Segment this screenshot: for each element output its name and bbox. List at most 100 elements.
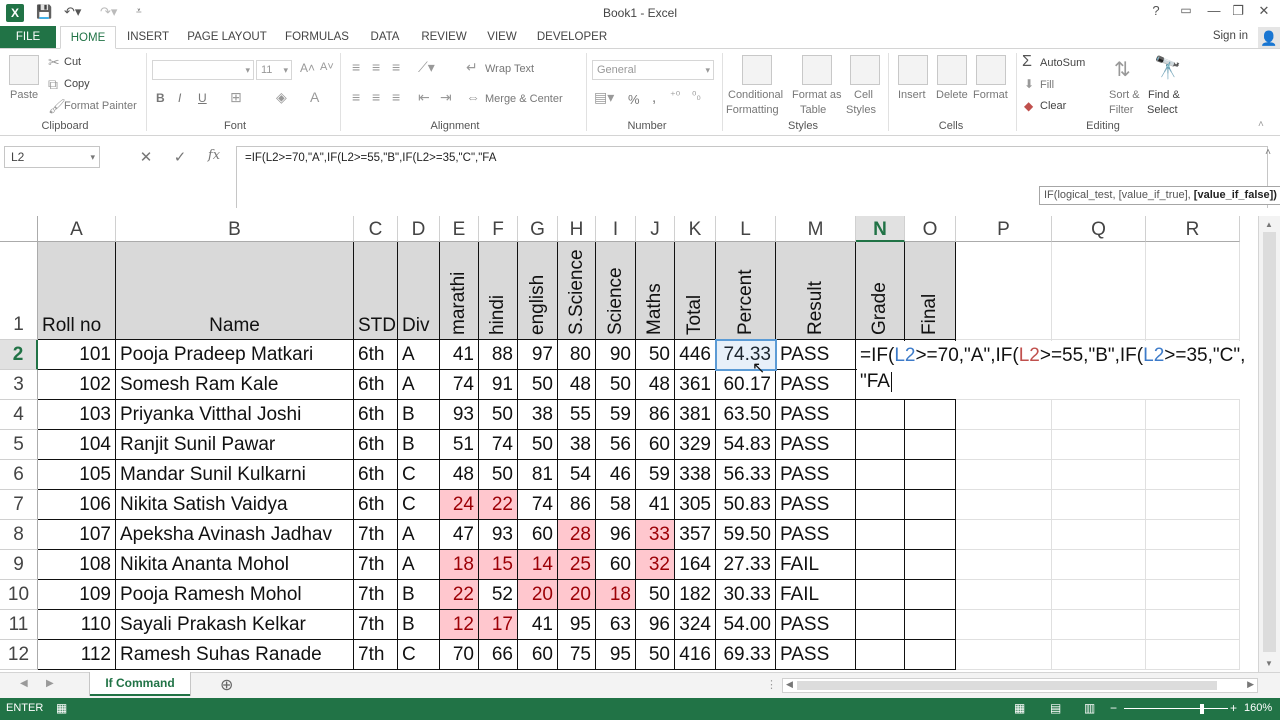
italic-button[interactable]: I	[178, 91, 181, 105]
cell-b8[interactable]: Apeksha Avinash Jadhav	[116, 520, 354, 550]
decrease-decimal-icon[interactable]: ⁰₀	[692, 89, 701, 102]
cell-n7[interactable]	[856, 490, 905, 520]
delete-cells-button[interactable]: Delete	[936, 89, 968, 101]
cell-d4[interactable]: B	[398, 400, 440, 430]
cell-e3[interactable]: 74	[440, 370, 479, 400]
header-cell-name[interactable]: Name	[116, 242, 354, 340]
horizontal-scrollbar[interactable]: ◀ ▶	[782, 678, 1258, 693]
cell-empty[interactable]	[1052, 460, 1146, 490]
cell-j12[interactable]: 50	[636, 640, 675, 670]
scroll-right-icon[interactable]: ▶	[1247, 679, 1254, 690]
cell-j5[interactable]: 60	[636, 430, 675, 460]
cell-c5[interactable]: 6th	[354, 430, 398, 460]
column-header-p[interactable]: P	[956, 216, 1052, 242]
cell-empty[interactable]	[956, 520, 1052, 550]
font-color-icon[interactable]: A	[310, 89, 319, 105]
align-center-icon[interactable]: ≡	[372, 89, 380, 105]
scroll-up-icon[interactable]: ▲	[1265, 220, 1273, 229]
row-header-8[interactable]: 8	[0, 520, 38, 550]
cell-a8[interactable]: 107	[38, 520, 116, 550]
sort-filter-label-1[interactable]: Sort &	[1109, 89, 1140, 101]
cell-o11[interactable]	[905, 610, 956, 640]
cell-e7[interactable]: 24	[440, 490, 479, 520]
format-as-table-icon[interactable]	[802, 55, 832, 85]
cell-a2[interactable]: 101	[38, 340, 116, 370]
collapse-ribbon-icon[interactable]: ˄	[1258, 119, 1264, 130]
normal-view-icon[interactable]: ▦	[1014, 701, 1025, 715]
split-handle-icon[interactable]: ⋮	[766, 678, 777, 691]
vertical-scrollbar[interactable]: ▲ ▼	[1258, 216, 1280, 672]
align-middle-icon[interactable]: ≡	[372, 59, 380, 75]
cell-e8[interactable]: 47	[440, 520, 479, 550]
cell-j4[interactable]: 86	[636, 400, 675, 430]
insert-cells-icon[interactable]	[898, 55, 928, 85]
zoom-level[interactable]: 160%	[1244, 702, 1272, 714]
zoom-in-icon[interactable]: +	[1230, 701, 1237, 715]
cell-i9[interactable]: 60	[596, 550, 636, 580]
cell-g8[interactable]: 60	[518, 520, 558, 550]
cut-button[interactable]: Cut	[64, 56, 81, 68]
insert-function-icon[interactable]: fx	[202, 148, 226, 163]
merge-center-button[interactable]: Merge & Center	[485, 93, 563, 105]
header-cell-roll-no[interactable]: Roll no	[38, 242, 116, 340]
cell-h6[interactable]: 54	[558, 460, 596, 490]
percent-style-button[interactable]: %	[628, 92, 640, 107]
copy-button[interactable]: Copy	[64, 78, 90, 90]
autosum-button[interactable]: AutoSum	[1040, 57, 1085, 69]
cell-b7[interactable]: Nikita Satish Vaidya	[116, 490, 354, 520]
cell-empty[interactable]	[956, 640, 1052, 670]
cell-n11[interactable]	[856, 610, 905, 640]
cell-d2[interactable]: A	[398, 340, 440, 370]
accounting-format-icon[interactable]: ▤▾	[594, 89, 614, 106]
worksheet-grid[interactable]: A B C D E F G H I J K L M N O P Q R 1 2 3 4 5 6 7 8 9 10 11 12 Roll no…	[0, 216, 1258, 672]
cell-i5[interactable]: 56	[596, 430, 636, 460]
cell-m4[interactable]: PASS	[776, 400, 856, 430]
cell-empty[interactable]	[1052, 400, 1146, 430]
cell-empty[interactable]	[956, 580, 1052, 610]
cell-d5[interactable]: B	[398, 430, 440, 460]
cell-a9[interactable]: 108	[38, 550, 116, 580]
column-header-b[interactable]: B	[116, 216, 354, 242]
cell-j3[interactable]: 48	[636, 370, 675, 400]
select-all-corner[interactable]	[0, 216, 38, 242]
column-header-l[interactable]: L	[716, 216, 776, 242]
cell-c10[interactable]: 7th	[354, 580, 398, 610]
cell-l4[interactable]: 63.50	[716, 400, 776, 430]
cell-k6[interactable]: 338	[675, 460, 716, 490]
autosum-icon[interactable]: Σ	[1022, 53, 1032, 71]
increase-decimal-icon[interactable]: ⁺⁰	[670, 89, 680, 102]
fill-button[interactable]: Fill	[1040, 79, 1054, 91]
grow-font-icon[interactable]: A˄	[300, 61, 315, 75]
cell-o9[interactable]	[905, 550, 956, 580]
cell-h8[interactable]: 28	[558, 520, 596, 550]
cell-d12[interactable]: C	[398, 640, 440, 670]
cell-d3[interactable]: A	[398, 370, 440, 400]
increase-indent-icon[interactable]: ⇥	[440, 89, 452, 106]
sort-filter-icon[interactable]: ⇅	[1114, 57, 1131, 82]
column-header-o[interactable]: O	[905, 216, 956, 242]
cell-e10[interactable]: 22	[440, 580, 479, 610]
header-cell-total[interactable]: Total	[675, 242, 716, 340]
cell-d10[interactable]: B	[398, 580, 440, 610]
delete-cells-icon[interactable]	[937, 55, 967, 85]
cell-empty[interactable]	[956, 490, 1052, 520]
find-select-label-2[interactable]: Select	[1147, 104, 1178, 116]
cell-m10[interactable]: FAIL	[776, 580, 856, 610]
cell-c2[interactable]: 6th	[354, 340, 398, 370]
row-header-6[interactable]: 6	[0, 460, 38, 490]
cell-b12[interactable]: Ramesh Suhas Ranade	[116, 640, 354, 670]
cell-empty[interactable]	[956, 550, 1052, 580]
row-header-12[interactable]: 12	[0, 640, 38, 670]
cell-k8[interactable]: 357	[675, 520, 716, 550]
cell-o12[interactable]	[905, 640, 956, 670]
cell-empty[interactable]	[1146, 242, 1240, 340]
cell-b5[interactable]: Ranjit Sunil Pawar	[116, 430, 354, 460]
cell-i11[interactable]: 63	[596, 610, 636, 640]
cell-i2[interactable]: 90	[596, 340, 636, 370]
cell-l10[interactable]: 30.33	[716, 580, 776, 610]
prev-sheet-icon[interactable]: ◀	[20, 678, 28, 689]
cell-f12[interactable]: 66	[479, 640, 518, 670]
cell-f6[interactable]: 50	[479, 460, 518, 490]
cell-l7[interactable]: 50.83	[716, 490, 776, 520]
header-cell-maths[interactable]: Maths	[636, 242, 675, 340]
